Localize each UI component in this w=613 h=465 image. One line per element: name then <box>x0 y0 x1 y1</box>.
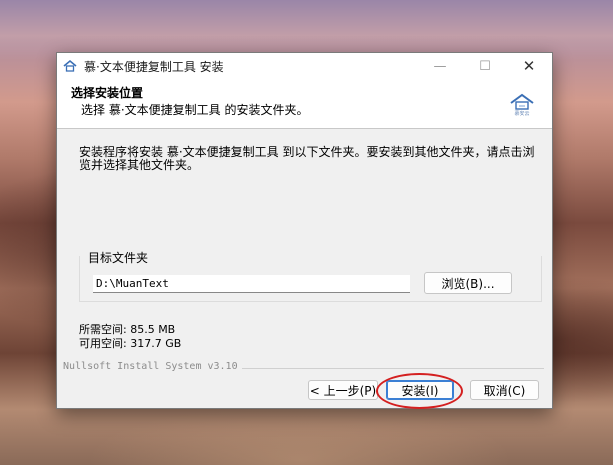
window-title: 慕·文本便捷复制工具 安装 <box>84 60 224 74</box>
cancel-button[interactable]: 取消(C) <box>470 380 539 400</box>
destination-folder-group: 目标文件夹 D:\MuanText 浏览(B)... <box>79 246 542 304</box>
installer-window: 慕·文本便捷复制工具 安装 — ☐ ✕ 选择安装位置 选择 慕·文本便捷复制工具… <box>56 52 553 409</box>
nsis-brand: Nullsoft Install System v3.10 <box>63 361 242 372</box>
destination-folder-label: 目标文件夹 <box>88 251 149 265</box>
install-description: 安装程序将安装 慕·文本便捷复制工具 到以下文件夹。要安装到其他文件夹，请点击浏… <box>79 145 535 172</box>
app-icon <box>63 59 77 72</box>
back-button[interactable]: < 上一步(P) <box>308 380 378 400</box>
close-button[interactable]: ✕ <box>509 53 549 79</box>
brand-logo: 慕安云 <box>507 93 537 119</box>
page-subtitle: 选择 慕·文本便捷复制工具 的安装文件夹。 <box>81 103 309 117</box>
title-bar[interactable]: 慕·文本便捷复制工具 安装 — ☐ ✕ <box>57 53 552 79</box>
brand-logo-text: 慕安云 <box>514 111 530 117</box>
page-header: 选择安装位置 选择 慕·文本便捷复制工具 的安装文件夹。 慕安云 <box>57 79 552 129</box>
house-logo-icon <box>510 93 534 110</box>
browse-button[interactable]: 浏览(B)... <box>424 272 512 294</box>
page-title: 选择安装位置 <box>71 86 144 100</box>
install-path-input[interactable]: D:\MuanText <box>93 275 410 293</box>
space-available: 可用空间: 317.7 GB <box>79 337 182 350</box>
maximize-button[interactable]: ☐ <box>465 53 505 79</box>
minimize-button[interactable]: — <box>420 53 460 79</box>
install-button-highlight-circle <box>376 373 463 409</box>
